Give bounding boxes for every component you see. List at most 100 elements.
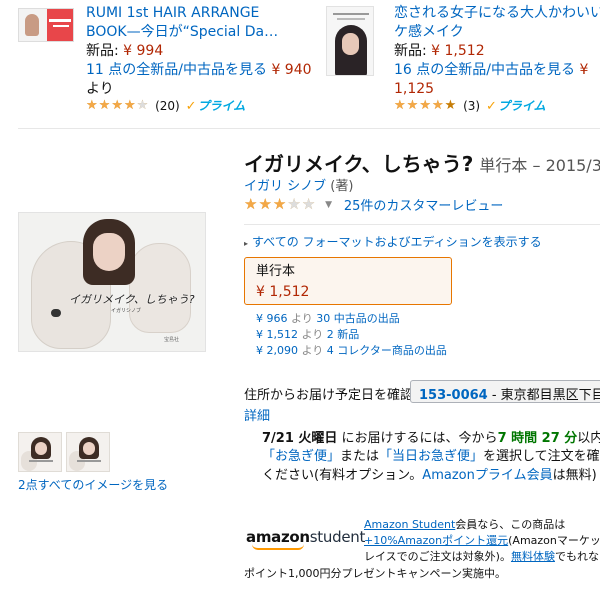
- star-icon: ★: [111, 98, 123, 113]
- recommendation-2-thumbnail[interactable]: [326, 6, 374, 76]
- author-row: イガリ シノブ (著): [244, 175, 353, 194]
- star-empty-icon: ★: [301, 195, 316, 213]
- product-title-row: イガリメイク、しちゃう? 単行本 – 2015/3/2: [244, 148, 600, 177]
- caret-right-icon: ▸: [244, 239, 249, 248]
- recommendation-1: RUMI 1st HAIR ARRANGE BOOK—今日が“Special D…: [86, 4, 316, 99]
- cover-title: イガリメイク、しちゃう?: [69, 293, 195, 306]
- offer-line-used: ¥ 966 より 30 中古品の出品: [256, 312, 400, 326]
- delivery-detail-link[interactable]: 詳細: [244, 405, 270, 424]
- delivery-end: 以内に: [577, 431, 600, 446]
- cover-publisher: 宝島社: [163, 337, 179, 343]
- new-price: ¥ 994: [123, 43, 164, 59]
- delivery-label: 住所からお届け予定日を確認: [244, 388, 414, 403]
- offer-price: ¥ 2,090: [256, 344, 298, 357]
- offer-line-collector: ¥ 2,090 より 4 コレクター商品の出品: [256, 344, 447, 358]
- review-count[interactable]: (20): [155, 99, 180, 113]
- student-line-1: Amazon Student会員なら、この商品は: [364, 518, 565, 532]
- new-label: 新品:: [394, 43, 427, 59]
- excluded-text: レイスでのご注文は対象外)。: [364, 550, 511, 563]
- same-day-link[interactable]: 「当日お急ぎ便」: [379, 449, 483, 464]
- offer-price: ¥ 966: [256, 312, 288, 325]
- everyone-text: でもれな: [554, 550, 599, 563]
- free-text: は無料): [552, 468, 597, 483]
- new-label: 新品:: [86, 43, 119, 59]
- offer-price: ¥ 1,512: [256, 328, 298, 341]
- review-count[interactable]: (3): [463, 99, 480, 113]
- prime-member-link[interactable]: Amazonプライム会員: [422, 468, 552, 483]
- thumb-face: [35, 442, 47, 455]
- amazon-student-logo[interactable]: amazonstudent: [246, 528, 365, 550]
- star-empty-icon: ★: [136, 98, 149, 113]
- prime-badge: ✓プライム: [486, 97, 546, 114]
- star-rating[interactable]: ★ ★ ★ ★ ★: [86, 99, 148, 112]
- express-link[interactable]: 「お急ぎ便」: [262, 449, 340, 464]
- student-link[interactable]: Amazon Student: [364, 518, 455, 531]
- star-icon: ★: [272, 195, 287, 213]
- recommendation-1-title-line2[interactable]: BOOK—今日が“Special Da…: [86, 23, 316, 42]
- all-formats-link[interactable]: すべての フォーマットおよびエディションを表示する: [252, 235, 542, 249]
- chevron-down-icon[interactable]: ▼: [325, 200, 332, 210]
- all-formats-row: ▸ すべての フォーマットおよびエディションを表示する: [244, 233, 542, 250]
- select-text: を選択して注文を確定: [483, 449, 600, 464]
- product-format-date: 単行本 – 2015/3/2: [479, 156, 600, 175]
- star-icon: ★: [406, 98, 419, 113]
- prime-check-icon: ✓: [485, 99, 497, 114]
- delivery-countdown: 7 時間 27 分: [497, 431, 578, 446]
- cover-dog-right: [129, 243, 191, 333]
- see-all-images-link[interactable]: 2点すべてのイメージを見る: [18, 476, 168, 493]
- or-text: または: [340, 449, 380, 464]
- section-divider: [18, 128, 600, 129]
- offers-link[interactable]: 16 点の全新品/中古品を見る: [394, 62, 575, 78]
- offers-link[interactable]: 11 点の全新品/中古品を見る: [86, 62, 267, 78]
- recommendation-2: 恋される女子になる大人かわいいヌ ケ感メイク 新品: ¥ 1,512 16 点の…: [394, 4, 600, 99]
- delivery-date: 7/21 火曜日: [262, 431, 338, 446]
- offer-link[interactable]: 4 コレクター商品の出品: [327, 344, 447, 357]
- recommendation-2-title-line1[interactable]: 恋される女子になる大人かわいいヌ: [394, 4, 600, 23]
- thumb-face: [83, 442, 95, 455]
- recommendation-1-title-line1[interactable]: RUMI 1st HAIR ARRANGE: [86, 4, 316, 23]
- prime-check-icon: ✓: [185, 99, 197, 114]
- star-empty-icon: ★: [287, 195, 301, 213]
- offer-yori: より: [301, 344, 324, 357]
- review-link[interactable]: 25件のカスタマーレビュー: [344, 199, 504, 214]
- free-trial-link[interactable]: 無料体験: [511, 550, 555, 563]
- offer-link[interactable]: 2 新品: [327, 328, 360, 341]
- star-half-icon: ★: [444, 98, 457, 113]
- cover-face: [93, 233, 125, 271]
- cover-subtitle-mark: [337, 18, 365, 20]
- offers-price-currency: ¥: [579, 62, 589, 78]
- cover-dog-nose: [51, 309, 61, 317]
- recommendation-2-title-line2[interactable]: ケ感メイク: [394, 23, 600, 42]
- points-link[interactable]: +10%Amazonポイント還元: [364, 534, 508, 547]
- star-icon: ★: [244, 195, 258, 213]
- star-icon: ★: [86, 98, 98, 113]
- offers-price: ¥ 940: [271, 62, 312, 78]
- author-link[interactable]: イガリ シノブ: [244, 179, 326, 194]
- star-rating[interactable]: ★ ★ ★ ★ ★: [244, 197, 315, 212]
- star-rating[interactable]: ★ ★ ★ ★ ★: [394, 99, 456, 112]
- recommendation-1-rating-row: ★ ★ ★ ★ ★ (20) ✓プライム: [86, 97, 246, 115]
- prime-label: プライム: [497, 99, 546, 113]
- thumb-title-mark: [77, 460, 101, 462]
- cover-face: [342, 33, 359, 55]
- format-price: ¥ 1,512: [256, 284, 310, 300]
- student-line-4: ポイント1,000円分プレゼントキャンペーン実施中。: [244, 567, 506, 580]
- product-title: イガリメイク、しちゃう?: [244, 152, 474, 176]
- format-selector-hardcover[interactable]: 単行本 ¥ 1,512: [244, 257, 452, 305]
- student-text: 会員なら、この商品は: [455, 518, 566, 531]
- zip-selector[interactable]: 153-0064 - 東京都目黒区下目黒: [410, 380, 600, 403]
- address-text: - 東京都目黒区下目黒: [491, 388, 600, 403]
- product-cover-image[interactable]: イガリメイク、しちゃう? イガリシノブ 宝島社: [18, 212, 206, 352]
- paid-option-text: ください(有料オプション。: [262, 468, 423, 483]
- prime-badge: ✓プライム: [186, 97, 246, 114]
- offer-link[interactable]: 30 中古品の出品: [316, 312, 400, 325]
- delivery-line-3: ください(有料オプション。Amazonプライム会員は無料): [262, 464, 597, 483]
- thumbnail-2[interactable]: [66, 432, 110, 472]
- star-icon: ★: [258, 195, 272, 213]
- recommendation-1-thumbnail[interactable]: [18, 8, 74, 42]
- product-divider: [244, 224, 600, 225]
- delivery-line-1: 7/21 火曜日 にお届けするには、今から7 時間 27 分以内に: [262, 427, 600, 446]
- cover-face: [25, 14, 39, 36]
- author-role: (著): [330, 179, 354, 194]
- thumbnail-1[interactable]: [18, 432, 62, 472]
